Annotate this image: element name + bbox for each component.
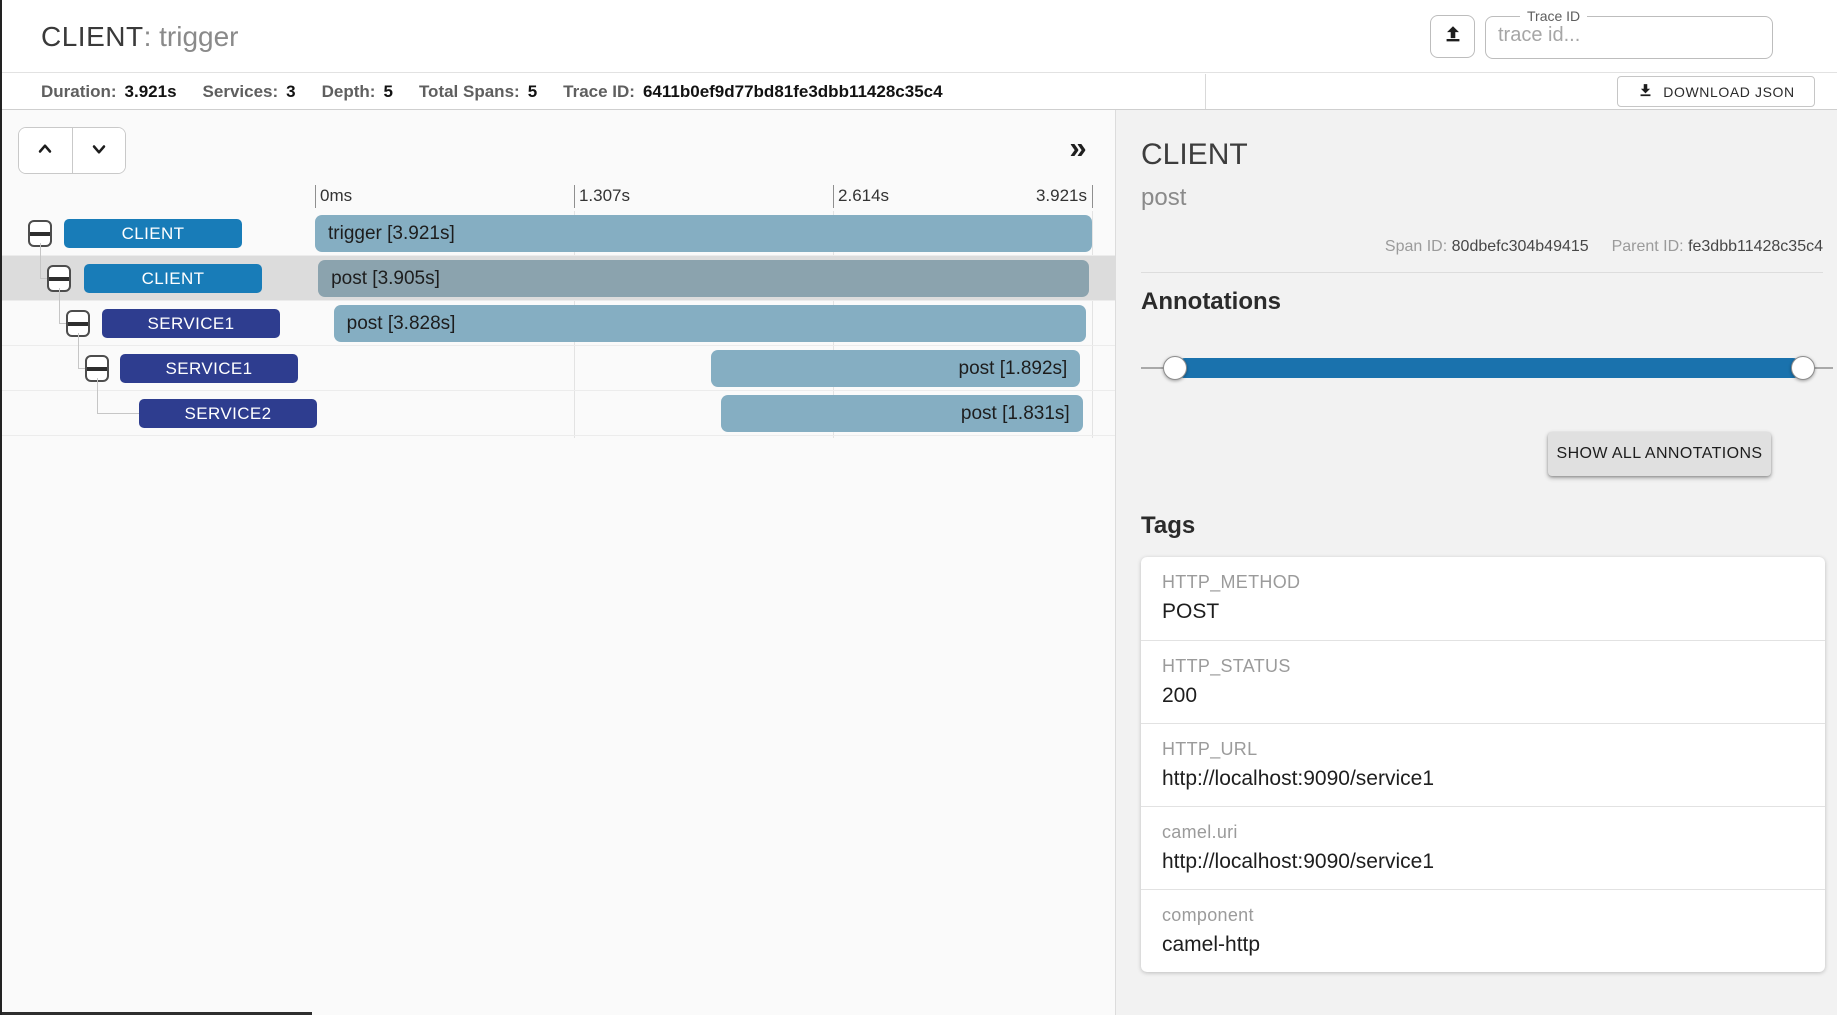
parent-id-label: Parent ID: bbox=[1612, 238, 1684, 255]
chevron-down-icon bbox=[89, 139, 109, 162]
span-row-post-selected[interactable]: CLIENT post [3.905s] bbox=[2, 256, 1115, 301]
tag-key: camel.uri bbox=[1162, 822, 1804, 843]
slider-track[interactable] bbox=[1175, 358, 1803, 378]
page-title-service: CLIENT bbox=[41, 21, 144, 53]
span-bar[interactable]: trigger [3.921s] bbox=[315, 215, 1092, 252]
summary-divider bbox=[1205, 74, 1206, 109]
download-icon bbox=[1637, 82, 1654, 102]
trace-id-label: Trace ID bbox=[1520, 8, 1587, 24]
trace-stats: Duration:3.921s Services:3 Depth:5 Total… bbox=[41, 74, 943, 109]
span-detail-panel: CLIENT post Span ID: 80dbefc304b49415 Pa… bbox=[1115, 110, 1837, 1015]
show-all-annotations-button[interactable]: SHOW ALL ANNOTATIONS bbox=[1548, 432, 1771, 476]
page-title-span: : trigger bbox=[144, 21, 239, 53]
slider-handle-left[interactable] bbox=[1163, 356, 1187, 380]
parent-id-value: fe3dbb11428c35c4 bbox=[1688, 238, 1823, 255]
service-badge[interactable]: CLIENT bbox=[64, 219, 242, 248]
service-badge[interactable]: SERVICE1 bbox=[102, 309, 280, 338]
tag-row: HTTP_METHOD POST bbox=[1141, 557, 1825, 640]
service-badge[interactable]: SERVICE1 bbox=[120, 354, 298, 383]
collapse-icon[interactable] bbox=[47, 265, 71, 292]
stat-duration: Duration:3.921s bbox=[41, 82, 177, 102]
tags-heading: Tags bbox=[1141, 512, 1195, 540]
span-bar[interactable]: post [3.828s] bbox=[334, 305, 1086, 342]
span-bar[interactable]: post [3.905s] bbox=[318, 260, 1089, 297]
slider-handle-right[interactable] bbox=[1791, 356, 1815, 380]
download-json-button[interactable]: DOWNLOAD JSON bbox=[1617, 76, 1815, 107]
service-badge[interactable]: SERVICE2 bbox=[139, 399, 317, 428]
timeline-panel: » 0ms 1.307s 2.614s 3.921s bbox=[2, 110, 1115, 1015]
collapse-detail-icon[interactable]: » bbox=[1054, 128, 1102, 168]
annotation-range-slider[interactable] bbox=[1141, 346, 1833, 390]
span-row-post[interactable]: SERVICE1 post [3.828s] bbox=[2, 301, 1115, 346]
time-axis: 0ms 1.307s 2.614s 3.921s bbox=[315, 183, 1092, 211]
tag-key: HTTP_URL bbox=[1162, 739, 1804, 760]
tag-value: 200 bbox=[1162, 684, 1804, 708]
span-id-label: Span ID: bbox=[1385, 238, 1447, 255]
upload-icon bbox=[1442, 23, 1464, 50]
tag-value: camel-http bbox=[1162, 933, 1804, 957]
tag-key: HTTP_METHOD bbox=[1162, 572, 1804, 593]
stat-services: Services:3 bbox=[203, 82, 296, 102]
page-title: CLIENT: trigger bbox=[41, 0, 239, 73]
chevron-up-icon bbox=[35, 139, 55, 162]
span-row-post[interactable]: SERVICE1 post [1.892s] bbox=[2, 346, 1115, 391]
trace-viewer-page: CLIENT: trigger Trace ID Duration:3.921s… bbox=[0, 0, 1837, 1015]
span-id-value: 80dbefc304b49415 bbox=[1452, 238, 1589, 255]
span-row-post[interactable]: SERVICE2 post [1.831s] bbox=[2, 391, 1115, 436]
collapse-icon[interactable] bbox=[85, 355, 109, 382]
span-rows: CLIENT trigger [3.921s] CLIENT post [3.9… bbox=[2, 211, 1115, 436]
tag-row: component camel-http bbox=[1141, 889, 1825, 972]
tag-key: HTTP_STATUS bbox=[1162, 656, 1804, 677]
service-badge[interactable]: CLIENT bbox=[84, 264, 262, 293]
trace-id-field: Trace ID bbox=[1485, 8, 1773, 59]
tag-value: http://localhost:9090/service1 bbox=[1162, 850, 1804, 874]
detail-service-title: CLIENT bbox=[1141, 138, 1248, 172]
tag-row: camel.uri http://localhost:9090/service1 bbox=[1141, 806, 1825, 889]
span-ids: Span ID: 80dbefc304b49415 Parent ID: fe3… bbox=[1141, 238, 1823, 256]
next-span-button[interactable] bbox=[72, 128, 126, 173]
collapse-icon[interactable] bbox=[66, 310, 90, 337]
tag-row: HTTP_URL http://localhost:9090/service1 bbox=[1141, 723, 1825, 806]
tags-card: HTTP_METHOD POST HTTP_STATUS 200 HTTP_UR… bbox=[1141, 557, 1825, 972]
prev-span-button[interactable] bbox=[19, 128, 72, 173]
span-bar[interactable]: post [1.831s] bbox=[721, 395, 1083, 432]
tag-value: POST bbox=[1162, 600, 1804, 624]
tag-value: http://localhost:9090/service1 bbox=[1162, 767, 1804, 791]
detail-span-name: post bbox=[1141, 184, 1186, 212]
top-header: CLIENT: trigger Trace ID bbox=[2, 0, 1837, 73]
trace-id-input[interactable] bbox=[1486, 24, 1772, 53]
tag-row: HTTP_STATUS 200 bbox=[1141, 640, 1825, 723]
stat-trace-id: Trace ID:6411b0ef9d77bd81fe3dbb11428c35c… bbox=[563, 82, 942, 102]
collapse-icon[interactable] bbox=[28, 220, 52, 247]
tag-key: component bbox=[1162, 905, 1804, 926]
trace-summary-bar: Duration:3.921s Services:3 Depth:5 Total… bbox=[2, 74, 1837, 110]
span-nav-buttons bbox=[18, 127, 126, 174]
upload-trace-button[interactable] bbox=[1430, 15, 1475, 58]
divider bbox=[1141, 272, 1823, 273]
span-row-trigger[interactable]: CLIENT trigger [3.921s] bbox=[2, 211, 1115, 256]
annotations-heading: Annotations bbox=[1141, 288, 1281, 316]
stat-depth: Depth:5 bbox=[322, 82, 393, 102]
span-bar[interactable]: post [1.892s] bbox=[711, 350, 1080, 387]
stat-total-spans: Total Spans:5 bbox=[419, 82, 537, 102]
